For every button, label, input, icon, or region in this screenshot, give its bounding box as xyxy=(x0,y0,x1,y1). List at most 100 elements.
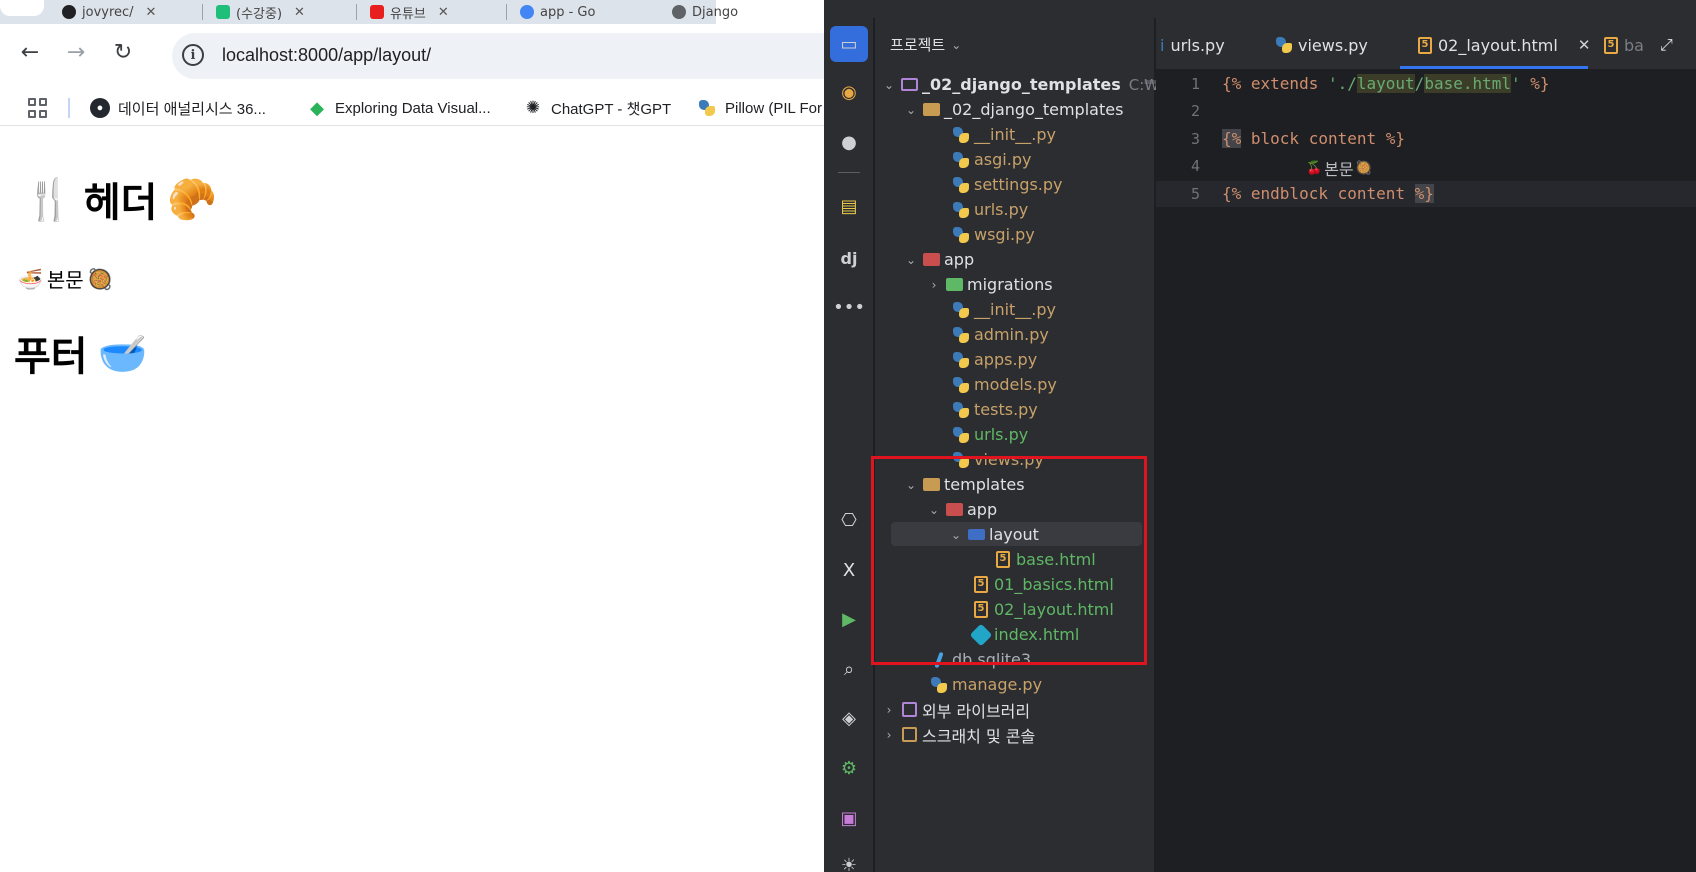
apps-grid-icon[interactable] xyxy=(28,98,48,118)
chevron-right-icon[interactable]: › xyxy=(925,278,943,292)
commit-icon[interactable]: ◉ xyxy=(834,77,864,107)
reload-icon[interactable]: ↻ xyxy=(109,38,137,66)
python-file-icon xyxy=(950,326,972,344)
chevron-down-icon[interactable]: ⌄ xyxy=(902,103,920,117)
github-icon[interactable]: ● xyxy=(834,127,864,157)
python-console-icon[interactable]: ⎔ xyxy=(834,505,864,535)
tree-item-file[interactable]: __init__.py xyxy=(950,297,1056,322)
tree-item-file[interactable]: __init__.py xyxy=(950,122,1056,147)
python-file-icon xyxy=(928,676,950,694)
page-header: 🍴 헤더 🥐 xyxy=(24,170,217,228)
tree-item-file[interactable]: admin.py xyxy=(950,322,1049,347)
expand-icon[interactable]: ⤢ xyxy=(1660,30,1673,60)
red-annotation-box xyxy=(871,456,1147,665)
ide-title-bar xyxy=(824,0,1696,18)
footer-text: 푸터 xyxy=(14,335,88,379)
settings-gear-icon[interactable]: ⚙ xyxy=(834,753,864,783)
tree-item-file[interactable]: apps.py xyxy=(950,347,1037,372)
tree-item-file[interactable]: tests.py xyxy=(950,397,1038,422)
tree-item-file[interactable]: models.py xyxy=(950,372,1057,397)
code-line-4[interactable]: 🍒 본문 🥘 xyxy=(1306,156,1372,180)
github-icon xyxy=(62,5,76,19)
croissant-icon: 🥐 xyxy=(167,177,218,222)
bookmark-item-1[interactable]: ● 데이터 애널리시스 36... xyxy=(90,96,266,120)
python-file-icon xyxy=(950,376,972,394)
python-file-icon xyxy=(1276,37,1292,53)
app-folder-icon xyxy=(920,251,942,269)
layers-icon[interactable]: ◈ xyxy=(834,703,864,733)
python-file-icon xyxy=(950,351,972,369)
folder-icon xyxy=(920,101,942,119)
line-number: 5 xyxy=(1190,185,1200,203)
bookmark-item-4[interactable]: Pillow (PIL For xyxy=(697,96,822,120)
tab-separator xyxy=(356,4,357,20)
close-tab-icon[interactable]: ✕ xyxy=(1578,36,1591,54)
tab-search-button[interactable] xyxy=(0,0,44,16)
browser-tab-2[interactable]: (수강중) ✕ xyxy=(216,0,305,24)
tree-item-root[interactable]: ⌄ _02_django_templates C:₩Wo xyxy=(880,72,1182,97)
python-file-icon xyxy=(950,226,972,244)
close-tab-icon[interactable]: ✕ xyxy=(146,5,157,20)
project-panel-header[interactable]: 프로젝트 ⌄ xyxy=(890,34,961,55)
active-tab-indicator xyxy=(1400,66,1588,69)
paella-icon: 🥘 xyxy=(87,266,113,291)
fork-knife-icon: 🍴 xyxy=(24,177,74,222)
bookmark-item-2[interactable]: ◆ Exploring Data Visual... xyxy=(307,96,491,120)
editor-tab-urls[interactable]: ⅰ urls.py xyxy=(1160,30,1225,60)
browser-tab-3[interactable]: 유튜브 ✕ xyxy=(370,0,449,24)
address-url[interactable]: localhost:8000/app/layout/ xyxy=(222,45,431,66)
tab-separator xyxy=(506,4,507,20)
run-icon[interactable]: ▶ xyxy=(834,604,864,634)
close-tab-icon[interactable]: ✕ xyxy=(294,5,305,20)
database-icon[interactable]: ▤ xyxy=(834,191,864,221)
bowl-spoon-icon: 🥣 xyxy=(97,331,148,376)
excel-icon[interactable]: X xyxy=(834,555,864,585)
tree-item-app[interactable]: ⌄ app xyxy=(902,247,974,272)
html-file-icon: 5 xyxy=(1604,36,1618,54)
python-file-icon xyxy=(950,201,972,219)
editor-tab-views[interactable]: views.py xyxy=(1276,30,1368,60)
chevron-right-icon[interactable]: › xyxy=(880,728,898,742)
chevron-down-icon[interactable]: ⌄ xyxy=(902,253,920,267)
tree-item-file[interactable]: settings.py xyxy=(950,172,1063,197)
code-line-3[interactable]: {% block content %} xyxy=(1222,129,1405,148)
editor-tab-layout-active[interactable]: 5 02_layout.html ✕ xyxy=(1418,30,1590,60)
browser-tab-5[interactable]: Django xyxy=(672,0,738,24)
line-number: 3 xyxy=(1190,130,1200,148)
tree-item-file[interactable]: manage.py xyxy=(928,672,1042,697)
code-line-1[interactable]: {% extends './layout/base.html' %} xyxy=(1222,74,1550,93)
folder-icon xyxy=(898,76,920,94)
line-number: 2 xyxy=(1190,102,1200,120)
bookmark-item-3[interactable]: ✺ ChatGPT - 챗GPT xyxy=(523,96,671,120)
close-tab-icon[interactable]: ✕ xyxy=(438,5,449,20)
browser-tab-1[interactable]: jovyrec/ ✕ xyxy=(62,0,156,24)
tree-item-package[interactable]: ⌄ _02_django_templates xyxy=(902,97,1123,122)
chevron-right-icon[interactable]: › xyxy=(880,703,898,717)
openai-icon: ✺ xyxy=(525,98,541,117)
tree-item-migrations[interactable]: › migrations xyxy=(925,272,1053,297)
browser-tab-4[interactable]: app - Go xyxy=(520,0,595,24)
code-line-5[interactable]: {% endblock content %} xyxy=(1222,184,1434,203)
python-file-icon xyxy=(950,126,972,144)
tree-item-scratches[interactable]: › 스크래치 및 콘솔 xyxy=(880,722,1036,747)
tree-item-external-libraries[interactable]: › 외부 라이브러리 xyxy=(880,697,1031,722)
tree-item-file[interactable]: asgi.py xyxy=(950,147,1031,172)
more-tools-icon[interactable]: ••• xyxy=(833,292,865,322)
youtube-icon xyxy=(370,5,384,19)
tree-item-file[interactable]: urls.py xyxy=(950,197,1028,222)
chevron-down-icon[interactable]: ⌄ xyxy=(880,78,898,92)
tree-item-file[interactable]: urls.py xyxy=(950,422,1028,447)
site-info-icon[interactable]: i xyxy=(182,44,204,66)
tree-item-file[interactable]: wsgi.py xyxy=(950,222,1035,247)
search-everywhere-icon[interactable]: ⌕ xyxy=(834,654,864,684)
sun-icon[interactable]: ☀ xyxy=(834,850,864,872)
back-arrow-icon[interactable]: ← xyxy=(16,38,44,66)
django-icon[interactable]: dj xyxy=(834,243,864,273)
terminal-icon[interactable]: ▣ xyxy=(834,803,864,833)
header-text: 헤더 xyxy=(83,181,158,225)
python-file-icon xyxy=(950,151,972,169)
project-view-icon[interactable]: ▭ xyxy=(834,29,864,59)
forward-arrow-icon[interactable]: → xyxy=(62,38,90,66)
editor-tab-base[interactable]: 5 ba xyxy=(1604,30,1644,60)
body-text: 본문 xyxy=(46,268,84,292)
